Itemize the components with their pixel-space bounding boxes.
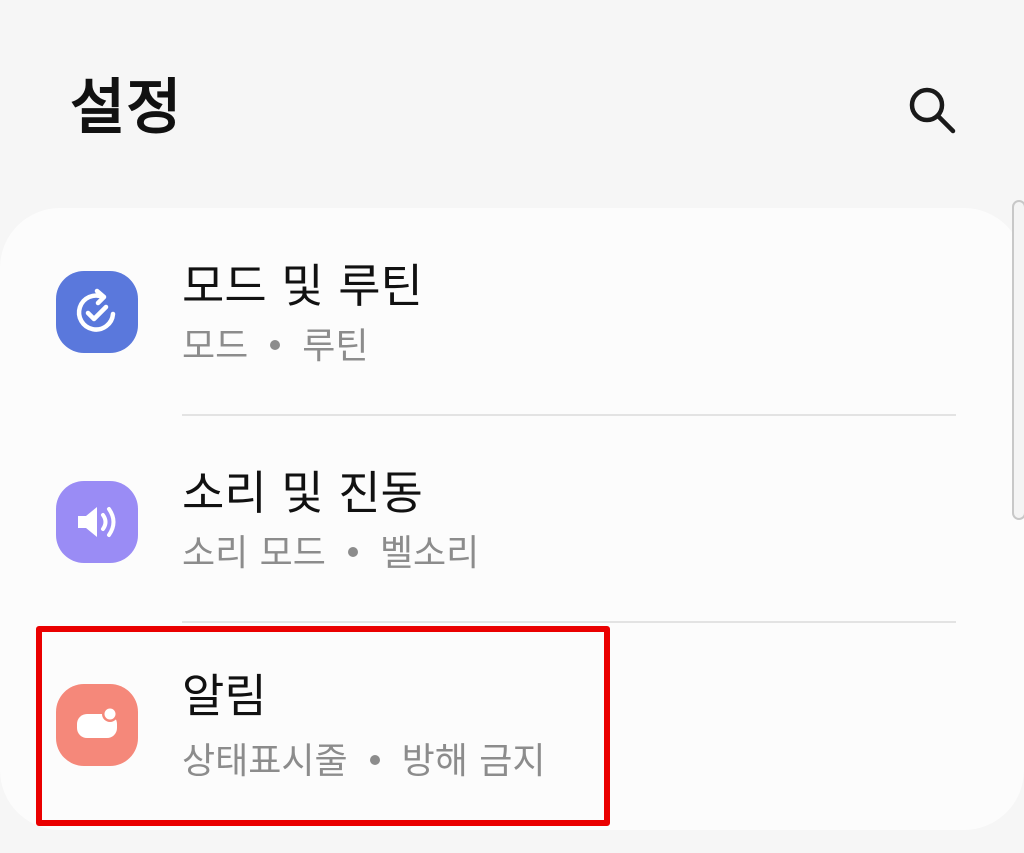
setting-item-title: 알림 bbox=[182, 669, 267, 723]
setting-item-modes-routines[interactable]: 모드 및 루틴 모드 루틴 bbox=[0, 208, 1000, 416]
separator-dot bbox=[270, 340, 281, 350]
subtitle-part: 모드 bbox=[182, 326, 249, 367]
subtitle-part: 방해 금지 bbox=[401, 741, 546, 782]
sound-icon bbox=[56, 481, 138, 563]
scrollbar[interactable] bbox=[1012, 200, 1024, 520]
subtitle-part: 상태표시줄 bbox=[182, 741, 348, 782]
search-icon bbox=[909, 87, 956, 134]
subtitle-part: 소리 모드 bbox=[182, 533, 326, 574]
page-title: 설정 bbox=[70, 73, 183, 143]
setting-item-title: 소리 및 진동 bbox=[182, 466, 423, 520]
setting-item-subtitle: 소리 모드 벨소리 bbox=[182, 530, 479, 578]
setting-item-title: 모드 및 루틴 bbox=[182, 259, 423, 313]
modes-routines-icon bbox=[56, 271, 138, 353]
setting-item-notifications[interactable]: 알림 상태표시줄 방해 금지 bbox=[0, 622, 1000, 830]
subtitle-part: 벨소리 bbox=[379, 533, 480, 574]
settings-screen: 설정 모드 및 루틴 모드 루틴 소리 및 진동 소리 모드 벨소리 알림 상태… bbox=[0, 0, 1024, 853]
notifications-icon bbox=[56, 684, 138, 766]
separator-dot bbox=[347, 547, 358, 557]
subtitle-part: 루틴 bbox=[302, 326, 369, 367]
setting-item-subtitle: 상태표시줄 방해 금지 bbox=[182, 738, 546, 786]
setting-item-sound-vibration[interactable]: 소리 및 진동 소리 모드 벨소리 bbox=[0, 415, 1000, 623]
search-button[interactable] bbox=[900, 80, 964, 140]
setting-item-subtitle: 모드 루틴 bbox=[182, 323, 369, 371]
separator-dot bbox=[369, 755, 380, 765]
